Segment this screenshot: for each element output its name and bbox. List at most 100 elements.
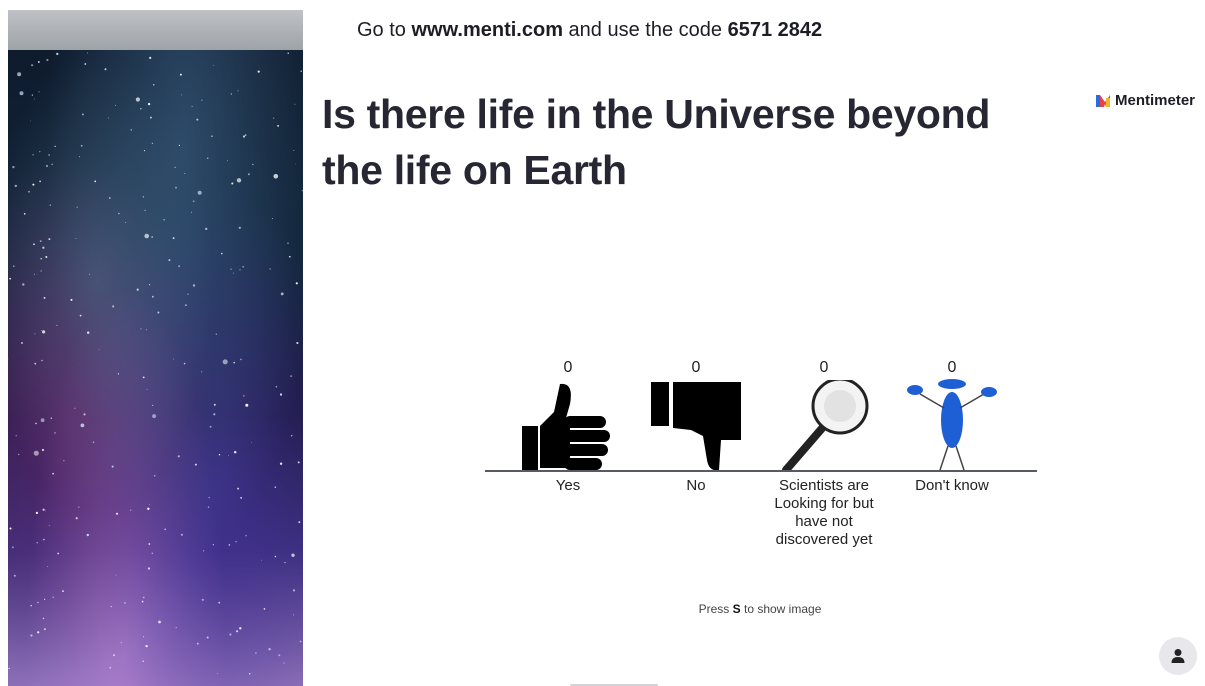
star bbox=[98, 349, 100, 350]
star bbox=[191, 211, 193, 213]
star bbox=[301, 189, 303, 192]
star bbox=[31, 94, 33, 96]
join-instructions: Go to www.menti.com and use the code 657… bbox=[357, 19, 822, 42]
star bbox=[181, 94, 183, 96]
star bbox=[52, 596, 54, 598]
star bbox=[293, 614, 295, 616]
star bbox=[39, 180, 41, 183]
star bbox=[235, 541, 237, 543]
star bbox=[196, 642, 199, 645]
star bbox=[238, 226, 241, 229]
star bbox=[74, 407, 76, 409]
star bbox=[251, 442, 253, 444]
star bbox=[247, 173, 250, 176]
star bbox=[268, 648, 271, 651]
star bbox=[177, 455, 180, 458]
star bbox=[242, 135, 246, 138]
label-no: No bbox=[686, 477, 706, 494]
star bbox=[111, 465, 114, 468]
star bbox=[215, 333, 217, 335]
star bbox=[297, 461, 300, 464]
count-dont-know: 0 bbox=[947, 359, 957, 376]
star bbox=[31, 64, 34, 67]
star bbox=[34, 362, 37, 365]
star bbox=[240, 358, 242, 361]
show-image-hint: Press S to show image bbox=[600, 602, 920, 616]
star bbox=[294, 103, 296, 105]
star bbox=[76, 206, 78, 208]
profile-button[interactable] bbox=[1159, 637, 1197, 675]
star bbox=[145, 329, 147, 331]
star bbox=[274, 555, 277, 558]
star bbox=[209, 425, 212, 428]
star bbox=[9, 527, 12, 530]
star bbox=[255, 652, 257, 654]
star bbox=[218, 601, 221, 604]
star bbox=[249, 673, 251, 675]
star bbox=[240, 497, 243, 499]
star bbox=[40, 270, 42, 272]
star bbox=[36, 542, 38, 544]
star bbox=[118, 212, 120, 215]
menti-url: www.menti.com bbox=[411, 19, 563, 41]
star bbox=[187, 293, 189, 295]
star bbox=[206, 157, 209, 159]
star bbox=[172, 237, 175, 240]
star bbox=[38, 91, 40, 93]
star bbox=[153, 475, 156, 477]
star bbox=[213, 403, 216, 406]
star bbox=[48, 154, 50, 156]
star bbox=[283, 662, 285, 664]
star-field bbox=[8, 52, 303, 675]
star bbox=[32, 183, 35, 186]
star bbox=[130, 509, 132, 511]
thumbs-up-icon bbox=[520, 382, 612, 476]
galaxy-background-image bbox=[8, 10, 303, 686]
star bbox=[233, 361, 235, 364]
shrugging-figure-icon bbox=[904, 378, 1000, 476]
star bbox=[109, 197, 111, 199]
star bbox=[164, 528, 166, 531]
star bbox=[194, 463, 197, 466]
star bbox=[115, 574, 117, 576]
star bbox=[35, 422, 37, 425]
count-yes: 0 bbox=[563, 359, 573, 376]
magnifying-glass-icon bbox=[780, 377, 872, 476]
star bbox=[107, 117, 109, 119]
star bbox=[13, 574, 16, 577]
mentimeter-brand: Mentimeter bbox=[1096, 92, 1195, 109]
star bbox=[41, 359, 43, 362]
star bbox=[47, 566, 48, 567]
star bbox=[178, 265, 181, 268]
star bbox=[252, 163, 254, 166]
star bbox=[287, 242, 289, 245]
star bbox=[143, 596, 145, 599]
star bbox=[163, 219, 165, 221]
star bbox=[212, 544, 214, 546]
star bbox=[295, 282, 298, 285]
star bbox=[30, 605, 32, 607]
star bbox=[75, 238, 77, 239]
star bbox=[151, 236, 154, 238]
star bbox=[32, 154, 34, 156]
star bbox=[94, 180, 97, 183]
star bbox=[39, 151, 41, 153]
star bbox=[152, 414, 157, 419]
star bbox=[239, 269, 241, 271]
star bbox=[229, 633, 232, 636]
person-icon bbox=[1171, 649, 1185, 663]
chart-baseline bbox=[485, 470, 1037, 472]
star bbox=[230, 268, 232, 270]
star bbox=[293, 150, 295, 151]
star bbox=[43, 296, 46, 299]
star bbox=[151, 552, 154, 555]
star bbox=[144, 233, 149, 239]
star bbox=[49, 204, 51, 206]
star bbox=[203, 550, 205, 552]
star bbox=[43, 538, 45, 541]
star bbox=[149, 56, 152, 60]
star bbox=[17, 72, 22, 77]
star bbox=[135, 97, 140, 102]
star bbox=[151, 295, 154, 298]
star bbox=[8, 667, 10, 670]
